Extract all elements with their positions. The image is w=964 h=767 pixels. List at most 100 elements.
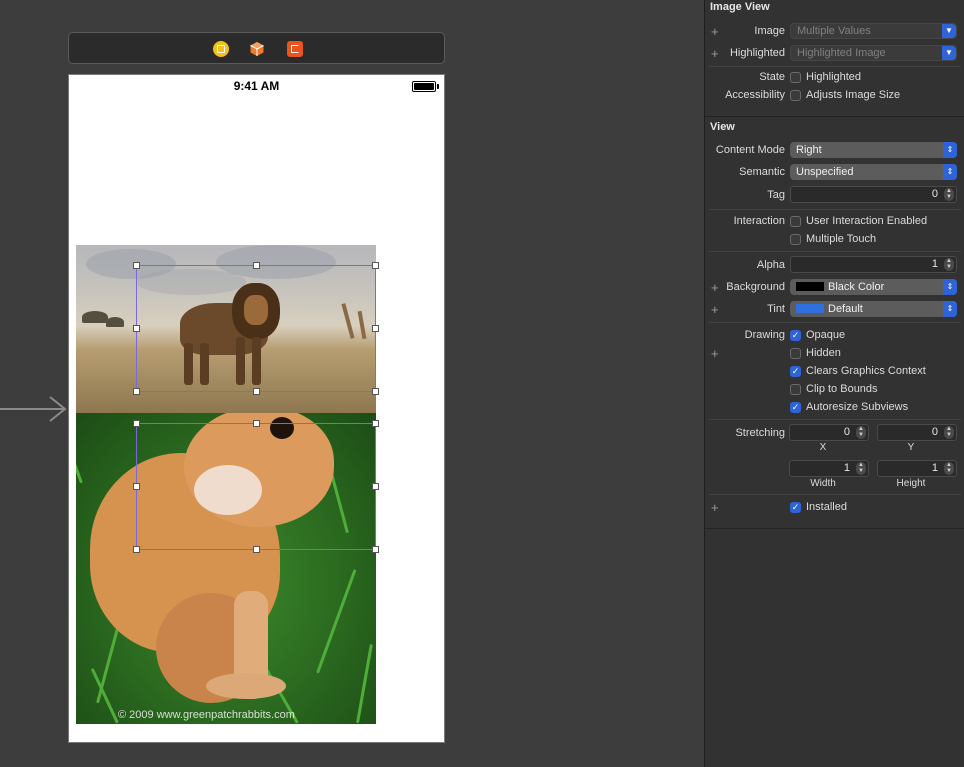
clip-to-bounds-label: Clip to Bounds (806, 383, 878, 395)
stepper-icon[interactable]: ▲ ▼ (944, 426, 954, 439)
resize-handle[interactable] (253, 262, 260, 269)
stepper-icon[interactable]: ▲ ▼ (944, 188, 954, 201)
first-responder-icon[interactable] (249, 41, 265, 57)
lion-selection-frame[interactable] (133, 262, 379, 395)
clears-graphics-label: Clears Graphics Context (806, 365, 926, 377)
tag-label: Tag (767, 189, 785, 201)
stepper-icon[interactable]: ▲ ▼ (856, 426, 866, 439)
stretch-x-field[interactable]: 0 ▲ ▼ (789, 424, 869, 441)
exit-icon[interactable] (287, 41, 303, 57)
resize-handle[interactable] (253, 388, 260, 395)
resize-handle[interactable] (133, 546, 140, 553)
hidden-label: Hidden (806, 347, 841, 359)
resize-handle[interactable] (133, 483, 140, 490)
chevron-down-icon[interactable]: ▼ (942, 24, 956, 38)
background-color-swatch (796, 281, 824, 291)
stretch-height-field[interactable]: 1 ▲ ▼ (877, 460, 957, 477)
iphone-scene[interactable]: 9:41 AM © 2009 www.greenpatchrabbits.com (68, 74, 445, 743)
semantic-popup[interactable]: Unspecified ⇕ (790, 164, 957, 180)
resize-handle[interactable] (372, 388, 379, 395)
tag-value: 0 (931, 188, 938, 200)
chevron-updown-icon[interactable]: ⇕ (943, 164, 957, 180)
resize-handle[interactable] (372, 262, 379, 269)
stretch-y-field[interactable]: 0 ▲ ▼ (877, 424, 957, 441)
content-mode-popup[interactable]: Right ⇕ (790, 142, 957, 158)
storyboard-canvas[interactable]: 9:41 AM © 2009 www.greenpatchrabbits.com (0, 0, 704, 767)
tint-color-popup[interactable]: Default ⇕ (790, 301, 957, 317)
opaque-checkbox[interactable]: ✓ (790, 329, 801, 341)
clip-to-bounds-row[interactable]: Clip to Bounds (790, 383, 878, 395)
adjusts-image-size-checkbox[interactable] (790, 89, 801, 101)
resize-handle[interactable] (133, 420, 140, 427)
x-caption: X (819, 442, 827, 453)
chevron-updown-icon[interactable]: ⇕ (943, 142, 957, 158)
autoresize-checkbox[interactable]: ✓ (790, 401, 801, 413)
image-combo[interactable]: Multiple Values ▼ (790, 23, 957, 39)
stretching-label: Stretching (735, 427, 785, 439)
alpha-field[interactable]: 1 ▲ ▼ (790, 256, 957, 273)
add-variation-hidden-button[interactable]: + (711, 347, 719, 360)
installed-checkbox[interactable]: ✓ (790, 501, 801, 513)
stretch-width-field[interactable]: 1 ▲ ▼ (789, 460, 869, 477)
adjusts-image-size-row[interactable]: Adjusts Image Size (790, 89, 900, 101)
semantic-label: Semantic (739, 166, 785, 178)
clears-graphics-checkbox[interactable]: ✓ (790, 365, 801, 377)
opaque-label: Opaque (806, 329, 846, 341)
interaction-label: Interaction (733, 215, 785, 227)
attributes-inspector: Image View + Image Multiple Values ▼ + H… (704, 0, 964, 767)
resize-handle[interactable] (253, 546, 260, 553)
user-interaction-checkbox[interactable] (790, 215, 801, 227)
resize-handle[interactable] (133, 325, 140, 332)
status-bar-time: 9:41 AM (233, 79, 280, 93)
add-variation-installed-button[interactable]: + (711, 501, 719, 514)
hidden-row[interactable]: Hidden (790, 347, 841, 359)
divider (709, 251, 961, 252)
image-view-section-title: Image View (710, 1, 770, 13)
highlighted-image-combo[interactable]: Highlighted Image ▼ (790, 45, 957, 61)
tag-field[interactable]: 0 ▲ ▼ (790, 186, 957, 203)
background-color-popup[interactable]: Black Color ⇕ (790, 279, 957, 295)
chevron-updown-icon[interactable]: ⇕ (943, 301, 957, 317)
battery-icon (412, 81, 436, 92)
height-caption: Height (896, 478, 926, 489)
initial-view-controller-arrow-icon (0, 396, 67, 422)
resize-handle[interactable] (372, 325, 379, 332)
adjusts-image-size-label: Adjusts Image Size (806, 89, 901, 101)
hidden-checkbox[interactable] (790, 347, 801, 359)
stepper-icon[interactable]: ▲ ▼ (944, 462, 954, 475)
clip-to-bounds-checkbox[interactable] (790, 383, 801, 395)
view-controller-icon[interactable] (213, 41, 229, 57)
resize-handle[interactable] (372, 483, 379, 490)
resize-handle[interactable] (372, 420, 379, 427)
resize-handle[interactable] (372, 546, 379, 553)
rabbit-selection-frame[interactable] (133, 420, 379, 553)
chevron-down-icon[interactable]: ▼ (942, 46, 956, 60)
highlighted-checkbox-row[interactable]: Highlighted (790, 71, 861, 83)
tint-color-swatch (796, 303, 824, 313)
resize-handle[interactable] (133, 388, 140, 395)
user-interaction-label: User Interaction Enabled (806, 215, 928, 227)
chevron-updown-icon[interactable]: ⇕ (943, 279, 957, 295)
autoresize-row[interactable]: ✓ Autoresize Subviews (790, 401, 908, 413)
highlighted-checkbox[interactable] (790, 71, 801, 83)
y-caption: Y (907, 442, 915, 453)
installed-row[interactable]: ✓ Installed (790, 501, 847, 513)
background-value: Black Color (828, 281, 885, 293)
image-combo-value: Multiple Values (797, 25, 871, 37)
opaque-row[interactable]: ✓ Opaque (790, 329, 845, 341)
photo-watermark: © 2009 www.greenpatchrabbits.com (118, 709, 295, 721)
multiple-touch-checkbox[interactable] (790, 233, 801, 245)
drawing-label: Drawing (744, 329, 785, 341)
multiple-touch-row[interactable]: Multiple Touch (790, 233, 876, 245)
stepper-icon[interactable]: ▲ ▼ (944, 258, 954, 271)
resize-handle[interactable] (253, 420, 260, 427)
user-interaction-row[interactable]: User Interaction Enabled (790, 215, 927, 227)
clears-graphics-row[interactable]: ✓ Clears Graphics Context (790, 365, 926, 377)
state-label: State (759, 71, 785, 83)
resize-handle[interactable] (133, 262, 140, 269)
highlighted-label: Highlighted (729, 47, 785, 59)
divider (709, 494, 961, 495)
tint-label: Tint (767, 303, 785, 315)
battery-nub (437, 84, 439, 89)
stepper-icon[interactable]: ▲ ▼ (856, 462, 866, 475)
